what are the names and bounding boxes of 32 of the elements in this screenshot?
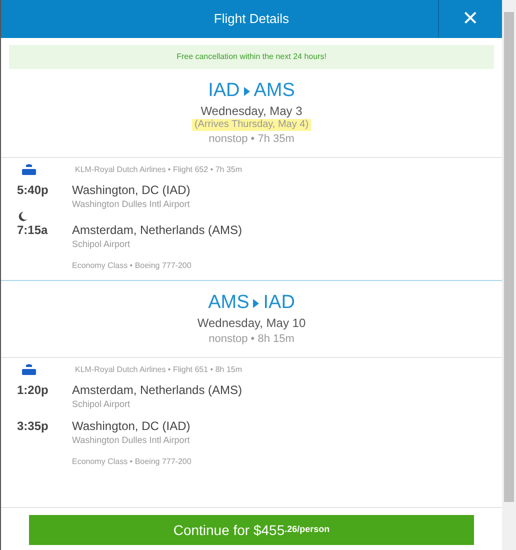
dialog-title: Flight Details <box>212 10 290 28</box>
stop-city: Amsterdam, Netherlands (AMS) <box>72 222 242 238</box>
stop-time: 5:40p <box>17 182 50 199</box>
trip-summary: nonstop • 8h 15m <box>208 332 294 347</box>
airline-logo-icon <box>21 364 37 376</box>
stop-time: 7:15a <box>17 222 49 239</box>
triangle-icon <box>244 86 250 96</box>
airport-name: Schipol Airport <box>72 398 132 410</box>
airline-logo-icon <box>21 164 37 176</box>
stop-city: Amsterdam, Netherlands (AMS) <box>72 382 242 398</box>
stop-time: 3:35p <box>17 418 50 435</box>
origin-code: AMS <box>208 291 250 315</box>
airport-name: Washington Dulles Intl Airport <box>72 434 190 446</box>
stop-city: Washington, DC (IAD) <box>72 182 190 198</box>
stop-city: Washington, DC (IAD) <box>72 418 190 434</box>
destination-code: IAD <box>263 291 295 315</box>
trip-summary: nonstop • 7h 35m <box>208 132 294 147</box>
airport-name: Washington Dulles Intl Airport <box>72 198 190 210</box>
cabin-info: Economy Class • Boeing 777-200 <box>72 457 192 466</box>
triangle-icon <box>253 298 260 308</box>
destination-code: AMS <box>254 79 295 103</box>
cancellation-banner: Free cancellation within the next 24 hours! <box>9 45 494 69</box>
departure-date: Wednesday, May 10 <box>197 315 306 331</box>
departure-date: Wednesday, May 3 <box>200 103 302 119</box>
airport-name: Schipol Airport <box>72 238 132 250</box>
flight-info: KLM-Royal Dutch Airlines • Flight 651 • 8h 15m <box>75 364 242 376</box>
arrival-note: (Arrives Thursday, May 4) <box>192 119 311 131</box>
stop-time: 1:20p <box>17 382 50 399</box>
flight-info: KLM-Royal Dutch Airlines • Flight 652 • 7h 35m <box>75 164 242 176</box>
moon-icon <box>17 210 28 222</box>
origin-code: IAD <box>208 79 240 103</box>
cabin-info: Economy Class • Boeing 777-200 <box>72 261 192 270</box>
